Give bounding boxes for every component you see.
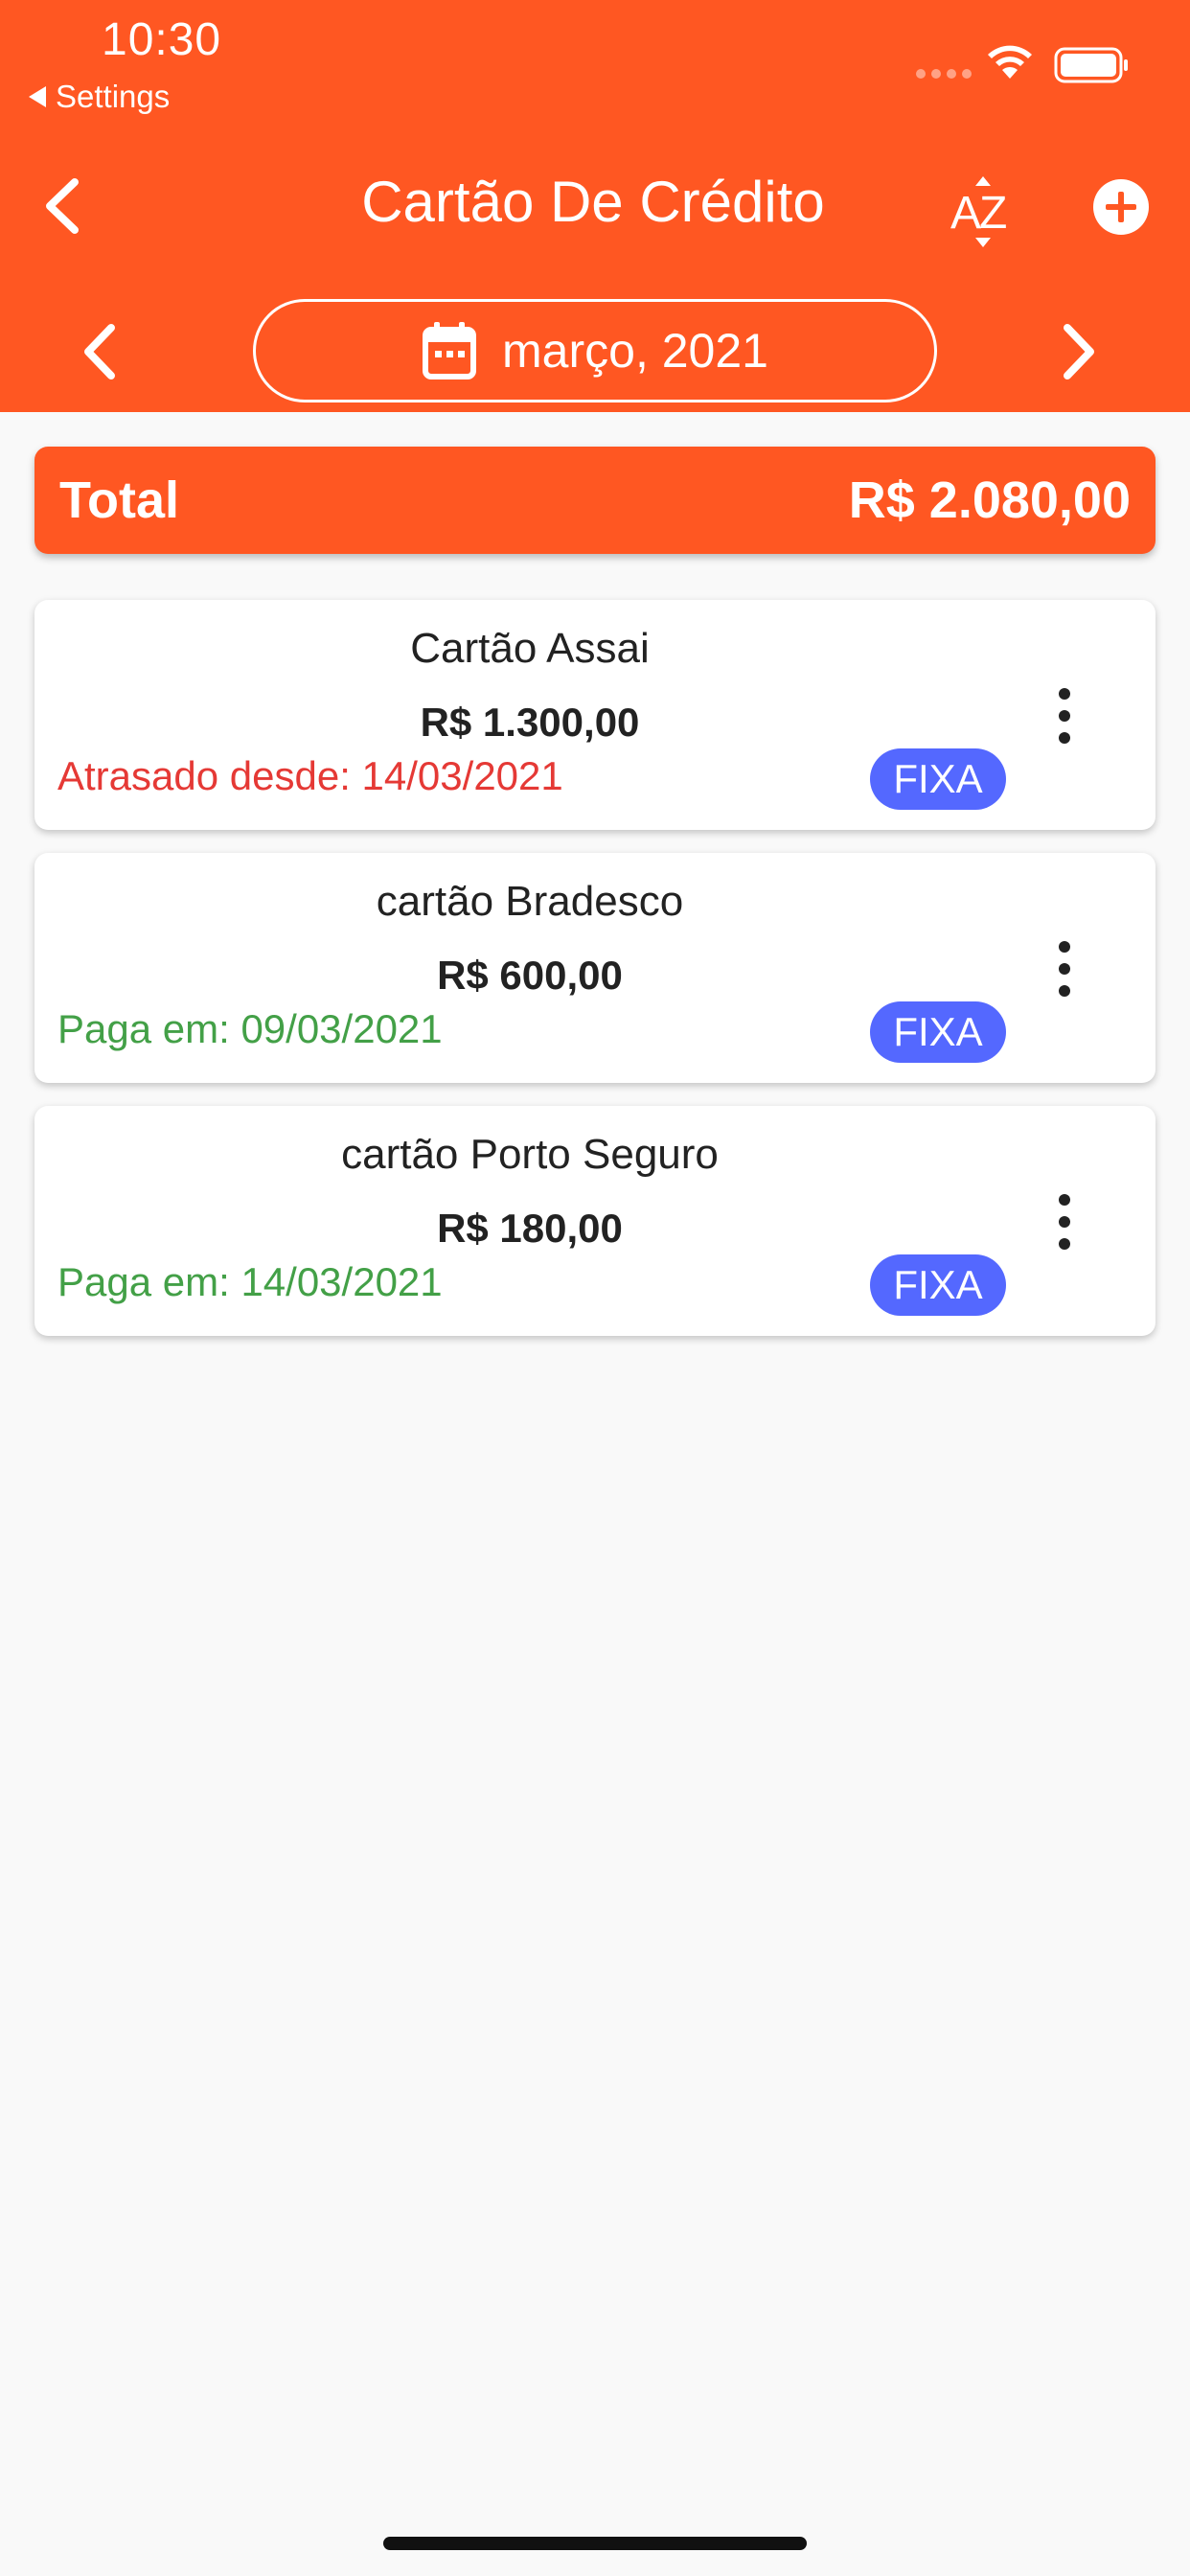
wifi-icon	[988, 45, 1032, 79]
battery-icon	[1054, 47, 1128, 83]
card-name: cartão Porto Seguro	[341, 1131, 719, 1178]
home-indicator[interactable]	[383, 2537, 807, 2550]
card-status: Paga em: 14/03/2021	[57, 1259, 443, 1304]
back-triangle-icon	[29, 86, 46, 107]
total-label: Total	[59, 472, 179, 529]
card-amount: R$ 1.300,00	[420, 700, 640, 745]
next-month-icon[interactable]	[1054, 318, 1102, 385]
card-name: Cartão Assai	[410, 625, 650, 672]
add-circle-icon[interactable]	[1092, 178, 1150, 236]
status-time: 10:30	[102, 14, 222, 65]
sort-az-icon[interactable]: A Z	[949, 171, 1018, 251]
app-header: 10:30 Settings Cartão De Crédito A Z mar…	[0, 0, 1190, 412]
expense-card[interactable]: cartão Porto Seguro R$ 180,00 Paga em: 1…	[34, 1106, 1156, 1336]
calendar-icon	[423, 322, 477, 380]
back-to-settings[interactable]: Settings	[29, 79, 170, 115]
cellular-signal-icon	[916, 69, 972, 79]
card-name: cartão Bradesco	[376, 878, 684, 925]
month-label: março, 2021	[502, 324, 768, 378]
more-vertical-icon[interactable]	[1050, 682, 1079, 749]
card-amount: R$ 600,00	[437, 953, 623, 998]
back-to-settings-label: Settings	[56, 79, 171, 114]
svg-text:Z: Z	[979, 188, 1007, 239]
more-vertical-icon[interactable]	[1050, 1188, 1079, 1255]
fixed-badge: FIXA	[870, 748, 1006, 810]
card-status: Paga em: 09/03/2021	[57, 1006, 443, 1051]
card-amount: R$ 180,00	[437, 1206, 623, 1251]
chevron-left-icon[interactable]	[38, 172, 86, 240]
total-value: R$ 2.080,00	[848, 472, 1131, 529]
more-vertical-icon[interactable]	[1050, 935, 1079, 1002]
month-selector[interactable]: março, 2021	[253, 299, 937, 402]
expense-card[interactable]: cartão Bradesco R$ 600,00 Paga em: 09/03…	[34, 853, 1156, 1083]
previous-month-icon[interactable]	[77, 318, 125, 385]
svg-text:A: A	[950, 188, 981, 239]
total-summary: Total R$ 2.080,00	[34, 447, 1156, 554]
fixed-badge: FIXA	[870, 1001, 1006, 1063]
fixed-badge: FIXA	[870, 1254, 1006, 1316]
card-status: Atrasado desde: 14/03/2021	[57, 753, 563, 798]
expense-card[interactable]: Cartão Assai R$ 1.300,00 Atrasado desde:…	[34, 600, 1156, 830]
